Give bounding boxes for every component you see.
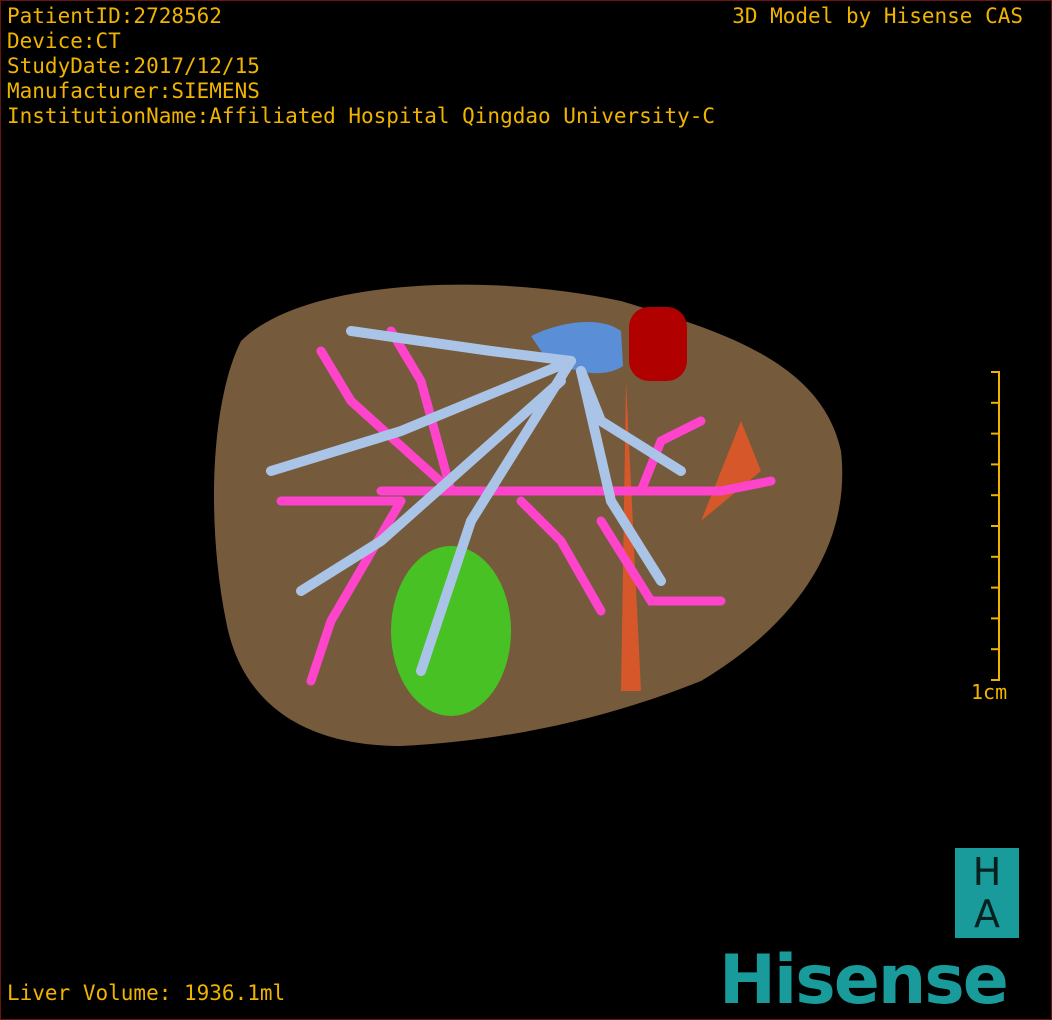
scale-bar-label: 1cm [971, 680, 1008, 704]
ha-logo: H A [955, 848, 1019, 938]
manufacturer: Manufacturer:SIEMENS [7, 79, 260, 103]
aorta [629, 307, 687, 381]
liver-3d-model[interactable] [1, 1, 1051, 1019]
patient-id: PatientID:2728562 [7, 4, 222, 28]
liver-volume: Liver Volume: 1936.1ml [7, 981, 286, 1005]
3d-viewer[interactable]: PatientID:2728562 Device:CT StudyDate:20… [0, 0, 1052, 1020]
hisense-logo: Hisense [719, 941, 1009, 1020]
study-date: StudyDate:2017/12/15 [7, 54, 260, 78]
ha-logo-a: A [974, 892, 1000, 936]
scale-bar [991, 371, 1000, 681]
study-info: PatientID:2728562 Device:CT StudyDate:20… [7, 4, 715, 129]
institution-name: InstitutionName:Affiliated Hospital Qing… [7, 104, 716, 128]
ha-logo-h: H [972, 850, 1002, 894]
device: Device:CT [7, 29, 121, 53]
brand-label: 3D Model by Hisense CAS [732, 4, 1023, 28]
